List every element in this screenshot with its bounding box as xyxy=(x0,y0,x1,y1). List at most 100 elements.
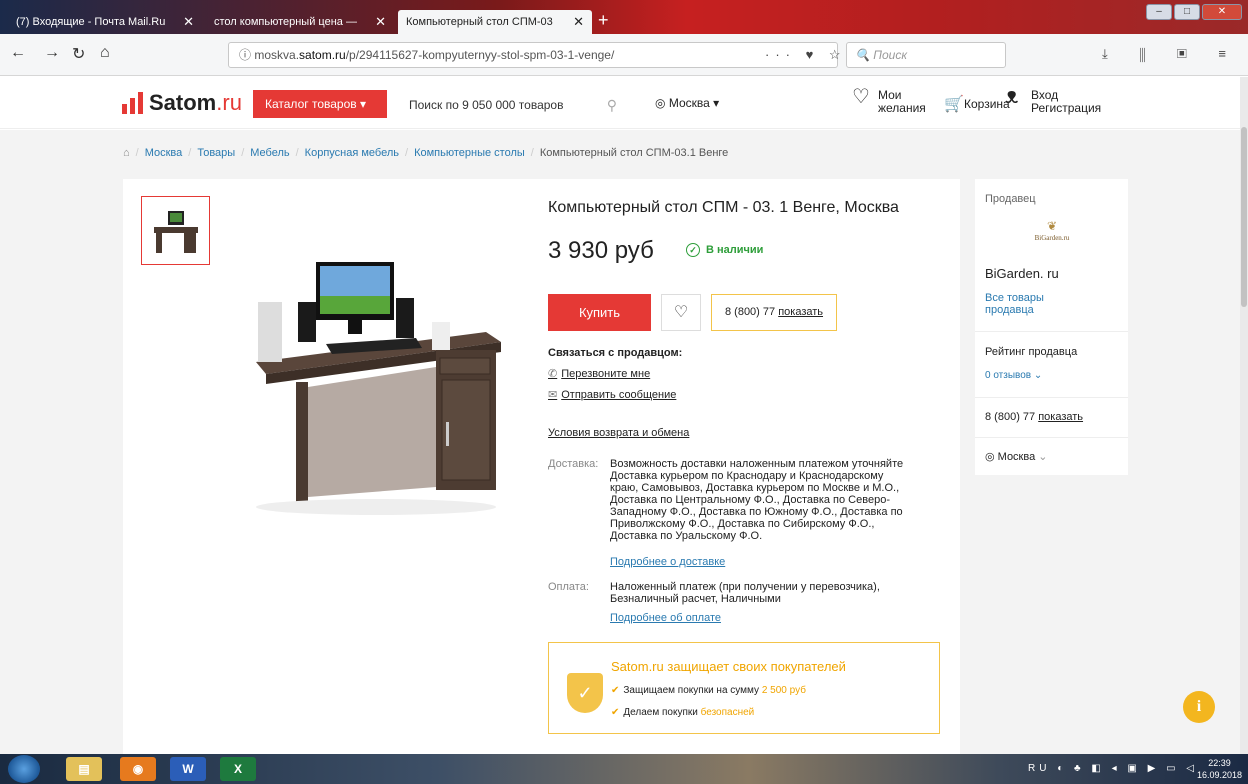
delivery-more-link[interactable]: Подробнее о доставке xyxy=(610,556,725,568)
desk-thumbnail-icon xyxy=(154,211,198,253)
stock-status: ✓ В наличии xyxy=(686,243,763,257)
delivery-line: Доставка курьером по Краснодару и Красно… xyxy=(610,470,884,482)
shield-check-icon: ✓ xyxy=(567,673,603,713)
seller-name[interactable]: BiGarden. ru xyxy=(985,266,1059,281)
tab-mail[interactable]: (7) Входящие - Почта Mail.Ru ✕ xyxy=(8,10,202,34)
info-help-button[interactable]: i xyxy=(1183,691,1215,723)
send-message-link[interactable]: ✉ Отправить сообщение xyxy=(548,388,676,401)
product-main-image[interactable] xyxy=(236,262,506,522)
payment-line: Наложенный платеж (при получении у перев… xyxy=(610,581,880,593)
breadcrumb-moscow[interactable]: Москва xyxy=(145,147,183,159)
reload-icon[interactable]: ↻ xyxy=(72,44,85,64)
explorer-icon[interactable]: ▤ xyxy=(66,757,102,781)
browser-tab-bar: (7) Входящие - Почта Mail.Ru ✕ стол комп… xyxy=(0,0,1248,34)
url-domain: satom.ru xyxy=(299,48,346,62)
seller-panel: Продавец ❦ BiGarden.ru BiGarden. ru Все … xyxy=(975,179,1128,475)
cart-link[interactable]: 🛒 Корзина xyxy=(944,96,1010,113)
computer-desk-illustration xyxy=(256,262,501,515)
wishlist-link[interactable]: ♡ Мои желания xyxy=(852,87,926,115)
clock[interactable]: 22:39 16.09.2018 xyxy=(1197,757,1242,781)
search-icon[interactable]: ⚲ xyxy=(607,91,617,119)
tab-close-icon[interactable]: ✕ xyxy=(573,14,584,30)
seller-location[interactable]: ◎ Москва ⌄ xyxy=(985,450,1048,463)
contact-seller-heading: Связаться с продавцом: xyxy=(548,347,683,359)
new-tab-button[interactable]: + xyxy=(598,10,609,30)
tab-close-icon[interactable]: ✕ xyxy=(183,14,194,30)
home-icon[interactable]: ⌂ xyxy=(123,147,130,159)
product-thumbnail[interactable] xyxy=(141,196,210,265)
clock-time: 22:39 xyxy=(1208,758,1231,768)
logo-suffix: .ru xyxy=(216,90,242,115)
site-search-input[interactable]: Поиск по 9 050 000 товаров ⚲ xyxy=(398,90,630,118)
minimize-button[interactable]: – xyxy=(1146,4,1172,20)
tab-search[interactable]: стол компьютерный цена — ✕ xyxy=(206,10,394,34)
payment-label: Оплата: xyxy=(548,581,589,593)
tab-close-icon[interactable]: ✕ xyxy=(375,14,386,30)
phone-show-link[interactable]: показать xyxy=(778,306,823,318)
forward-icon[interactable]: → xyxy=(44,44,60,62)
delivery-line: краю, Самовывоз, Доставка курьером по Мо… xyxy=(610,482,900,494)
excel-icon[interactable]: X xyxy=(220,757,256,781)
tab-product[interactable]: Компьютерный стол СПМ-03 ✕ xyxy=(398,10,592,34)
return-terms-link[interactable]: Условия возврата и обмена xyxy=(548,427,689,439)
login-link[interactable]: ᴥ Вход Регистрация xyxy=(1005,85,1101,115)
scroll-thumb[interactable] xyxy=(1241,127,1247,307)
divider xyxy=(975,437,1128,438)
seller-phone[interactable]: 8 (800) 77 показать xyxy=(985,411,1083,423)
catalog-button[interactable]: Каталог товаров ▾ xyxy=(253,90,387,118)
city-selector[interactable]: ◎ Москва ▾ xyxy=(655,96,719,110)
seller-label: Продавец xyxy=(985,193,1036,205)
url-bar[interactable]: ⓘ moskva.satom.ru/p/294115627-kompyutern… xyxy=(228,42,838,68)
start-button[interactable] xyxy=(8,755,40,783)
payment-more-link[interactable]: Подробнее об оплате xyxy=(610,612,721,624)
breadcrumb-cabinet-furniture[interactable]: Корпусная мебель xyxy=(305,147,399,159)
language-indicator[interactable]: RU xyxy=(1028,763,1050,774)
seller-all-goods-link[interactable]: Все товары продавца xyxy=(985,292,1044,316)
divider xyxy=(975,397,1128,398)
home-icon[interactable]: ⌂ xyxy=(100,44,110,62)
all-goods-label-2: продавца xyxy=(985,304,1034,316)
tab-label: стол компьютерный цена — xyxy=(214,16,357,28)
callback-label: Перезвоните мне xyxy=(561,368,651,380)
check-circle-icon: ✓ xyxy=(686,243,700,257)
seller-reviews-link[interactable]: 0 отзывов ⌄ xyxy=(985,370,1042,381)
phone-reveal-button[interactable]: 8 (800) 77 показать xyxy=(711,294,837,331)
logo-bars-icon xyxy=(122,92,143,114)
back-icon[interactable]: ← xyxy=(10,44,26,62)
firefox-icon[interactable]: ◉ xyxy=(120,757,156,781)
delivery-line: Западному Ф.О., Доставка по Южному Ф.О.,… xyxy=(610,506,903,518)
breadcrumb-computer-desks[interactable]: Компьютерные столы xyxy=(414,147,525,159)
breadcrumb-furniture[interactable]: Мебель xyxy=(250,147,289,159)
seller-phone-number: 8 (800) 77 xyxy=(985,411,1036,423)
callback-link[interactable]: ✆ Перезвоните мне xyxy=(548,367,650,380)
seller-logo-text: BiGarden.ru xyxy=(1034,234,1070,242)
toolbar-icons[interactable]: ⤓ ⫼ ▣ ≡ xyxy=(1102,46,1240,62)
checkmark-icon: ✔ xyxy=(611,685,620,696)
protection-line-text: Защищаем покупки на сумму xyxy=(623,685,762,696)
add-to-wishlist-button[interactable]: ♡ xyxy=(661,294,701,331)
page-scrollbar[interactable] xyxy=(1240,77,1248,754)
search-engine-icon: 🔍 xyxy=(855,48,874,62)
reviews-label: 0 отзывов xyxy=(985,370,1032,381)
word-icon[interactable]: W xyxy=(170,757,206,781)
browser-search-input[interactable]: 🔍 Поиск xyxy=(846,42,1006,68)
phone-icon: ✆ xyxy=(548,368,558,380)
system-tray[interactable]: RU ◐ ♣ ◧ ◂ ▣ ▶ ▭ ◁ xyxy=(1028,763,1198,774)
window-controls: – □ ✕ xyxy=(1146,4,1242,20)
breadcrumb-goods[interactable]: Товары xyxy=(197,147,235,159)
protection-line-safe: ✔ Делаем покупки безопасней xyxy=(611,707,754,718)
protection-safe-word: безопасней xyxy=(700,707,755,718)
buy-button[interactable]: Купить xyxy=(548,294,651,331)
seller-phone-show-link[interactable]: показать xyxy=(1038,411,1083,423)
payment-text: Наложенный платеж (при получении у перев… xyxy=(610,581,880,605)
url-action-icons[interactable]: ··· ♥ ☆ xyxy=(765,47,847,63)
envelope-icon: ✉ xyxy=(548,389,558,401)
maximize-button[interactable]: □ xyxy=(1174,4,1200,20)
city-label: Москва ▾ xyxy=(668,96,720,110)
site-header: Satom.ru Каталог товаров ▾ Поиск по 9 05… xyxy=(0,77,1240,129)
send-message-label: Отправить сообщение xyxy=(561,389,677,401)
satom-logo[interactable]: Satom.ru xyxy=(122,90,242,116)
delivery-text: Возможность доставки наложенным платежом… xyxy=(610,458,903,542)
close-window-button[interactable]: ✕ xyxy=(1202,4,1242,20)
seller-logo[interactable]: ❦ BiGarden.ru xyxy=(1030,219,1074,243)
